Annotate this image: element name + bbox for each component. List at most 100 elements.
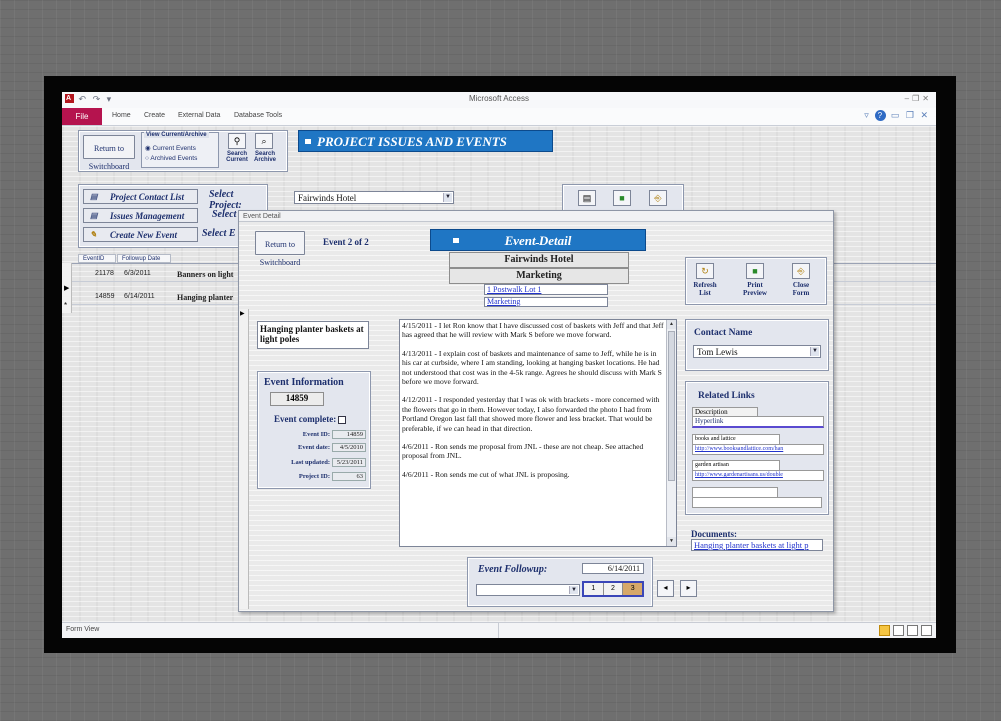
event-title-field[interactable]: Hanging planter baskets at light poles	[257, 321, 369, 349]
event-detail-header: Event Detail	[430, 229, 646, 251]
related-links-panel: Related Links Description Hyperlink book…	[685, 381, 829, 515]
scroll-up-icon[interactable]: ▲	[667, 320, 676, 329]
search-current-label[interactable]: Search Current	[223, 151, 251, 163]
event-date-value[interactable]: 4/5/2010	[332, 443, 366, 452]
create-new-event-label: Create New Event	[110, 230, 177, 240]
search-archive-icon[interactable]: ⌕	[255, 133, 273, 149]
ribbon-right-controls: ▿ ? ▭ ❐ ✕	[864, 110, 930, 121]
project-contact-list-button[interactable]: ▤ Project Contact List	[83, 189, 198, 204]
radio-archived-label: Archived Events	[150, 155, 198, 162]
table-row-title[interactable]: Banners on light	[177, 270, 233, 279]
page-1-button[interactable]: 1	[584, 583, 604, 595]
contact-name-combo[interactable]: Tom Lewis ▼	[693, 345, 821, 358]
form-view-icon[interactable]	[879, 625, 890, 636]
close-form-icon[interactable]: ⎆	[792, 263, 810, 279]
event-return-label: Return to Switchboard	[259, 240, 301, 267]
refresh-icon[interactable]: ↻	[696, 263, 714, 279]
event-complete-label: Event complete:	[274, 414, 347, 424]
page-2-button[interactable]: 2	[604, 583, 624, 595]
print-preview-icon[interactable]: ■	[746, 263, 764, 279]
event-id-value[interactable]: 14859	[332, 430, 366, 439]
marketing-link-text: Marketing	[487, 297, 521, 306]
project-contact-list-label: Project Contact List	[110, 192, 184, 202]
documents-field[interactable]: Hanging planter baskets at light p	[691, 539, 823, 551]
tab-home[interactable]: Home	[112, 112, 131, 119]
issues-icon: ▤	[90, 211, 98, 220]
print-preview-button[interactable]: Print Preview	[738, 281, 772, 297]
layout-view-icon[interactable]	[907, 625, 918, 636]
project-id-label: Project ID:	[298, 473, 330, 480]
select-project-combo[interactable]: Fairwinds Hotel ▼	[294, 191, 454, 204]
previous-record-icon[interactable]: ◂	[657, 580, 674, 597]
lot-link[interactable]: 1 Postwalk Lot 1	[484, 284, 608, 295]
followup-date-field[interactable]: 6/14/2011	[582, 563, 644, 574]
binoculars-icon[interactable]: ⚲	[228, 133, 246, 149]
link-url[interactable]: http://www.gardenartisans.us/double	[692, 470, 824, 481]
event-complete-checkbox[interactable]	[338, 415, 347, 424]
radio-current-label: Current Events	[152, 145, 196, 152]
project-id-value[interactable]: 63	[332, 472, 366, 481]
event-number: 14859	[270, 392, 324, 406]
table-row-date[interactable]: 6/3/2011	[124, 270, 151, 277]
list-icon[interactable]: ▤	[578, 190, 596, 206]
table-row[interactable]: 14859	[95, 293, 114, 300]
refresh-list-button[interactable]: Refresh List	[688, 281, 722, 297]
close-icon[interactable]: ✕	[922, 94, 932, 103]
scroll-down-icon[interactable]: ▼	[667, 537, 676, 546]
event-id-label: Event ID:	[302, 431, 330, 438]
view-archive-group: View Current/Archive ◉ Current Events ○ …	[141, 132, 219, 168]
project-name-field: Fairwinds Hotel	[449, 252, 629, 268]
minimize-icon[interactable]: –	[905, 94, 912, 103]
contact-name-heading: Contact Name	[694, 328, 753, 338]
table-row-date[interactable]: 6/14/2011	[124, 293, 155, 300]
grid-header-eventid[interactable]: EventID	[78, 254, 116, 263]
new-link-url[interactable]	[692, 497, 822, 508]
select-project-label: Select Project:	[209, 189, 242, 211]
record-marker-icon: ▶	[240, 311, 245, 317]
last-updated-value[interactable]: 5/23/2011	[332, 458, 366, 467]
scroll-thumb[interactable]	[668, 331, 675, 481]
next-record-icon[interactable]: ▸	[680, 580, 697, 597]
help-icon[interactable]: ?	[875, 110, 887, 121]
report-icon[interactable]: ■	[613, 190, 631, 206]
close-form-button[interactable]: Close Form	[784, 281, 818, 297]
documents-link: Hanging planter baskets at light p	[694, 540, 809, 550]
window-minimize-icon[interactable]: ▭	[891, 110, 902, 120]
status-text: Form View	[66, 626, 100, 633]
page-selector: 1 2 3	[582, 581, 644, 597]
chevron-down-icon: ▼	[569, 586, 578, 594]
ribbon-collapse-icon[interactable]: ▿	[864, 110, 871, 120]
file-tab[interactable]: File	[62, 108, 102, 125]
tab-database-tools[interactable]: Database Tools	[234, 112, 282, 119]
event-return-to-switchboard-button[interactable]: Return to Switchboard	[255, 231, 305, 267]
radio-current-events[interactable]: ◉ Current Events	[145, 144, 196, 152]
table-row[interactable]: 21178	[95, 270, 114, 277]
record-selector[interactable]	[239, 309, 249, 609]
tab-external-data[interactable]: External Data	[178, 112, 220, 119]
current-row-marker-icon: ▶	[64, 285, 70, 292]
link-url[interactable]: http://www.booksandlattice.com/han	[692, 444, 824, 455]
datasheet-view-icon[interactable]	[893, 625, 904, 636]
event-followup-label: Event Followup:	[478, 564, 548, 575]
marketing-link[interactable]: Marketing	[484, 297, 608, 307]
event-date-label: Event date:	[298, 444, 330, 451]
restore-icon[interactable]: ❐	[912, 94, 922, 103]
grid-header-followup[interactable]: Followup Date	[117, 254, 171, 263]
event-notes-memo[interactable]: 4/15/2011 - I let Ron know that I have d…	[399, 319, 677, 547]
create-new-event-button[interactable]: ✎ Create New Event	[83, 227, 198, 242]
design-view-icon[interactable]	[921, 625, 932, 636]
table-row-title[interactable]: Hanging planter	[177, 293, 233, 302]
return-to-switchboard-button[interactable]: Return to Switchboard	[83, 135, 135, 171]
door-icon[interactable]: ⎆	[649, 190, 667, 206]
window-restore-icon[interactable]: ❐	[906, 110, 916, 120]
radio-archived-events[interactable]: ○ Archived Events	[145, 155, 197, 162]
notes-scrollbar[interactable]: ▲ ▼	[666, 320, 676, 546]
window-close-icon[interactable]: ✕	[920, 110, 930, 120]
search-archive-label[interactable]: Search Archive	[251, 151, 279, 163]
link-url-text: http://www.booksandlattice.com/han	[695, 446, 784, 452]
followup-combo[interactable]: ▼	[476, 584, 580, 596]
tab-create[interactable]: Create	[144, 112, 165, 119]
event-actions-panel: ↻ ■ ⎆ Refresh List Print Preview Close F…	[685, 257, 827, 305]
page-3-button[interactable]: 3	[623, 583, 643, 595]
issues-management-button[interactable]: ▤ Issues Management	[83, 208, 198, 223]
